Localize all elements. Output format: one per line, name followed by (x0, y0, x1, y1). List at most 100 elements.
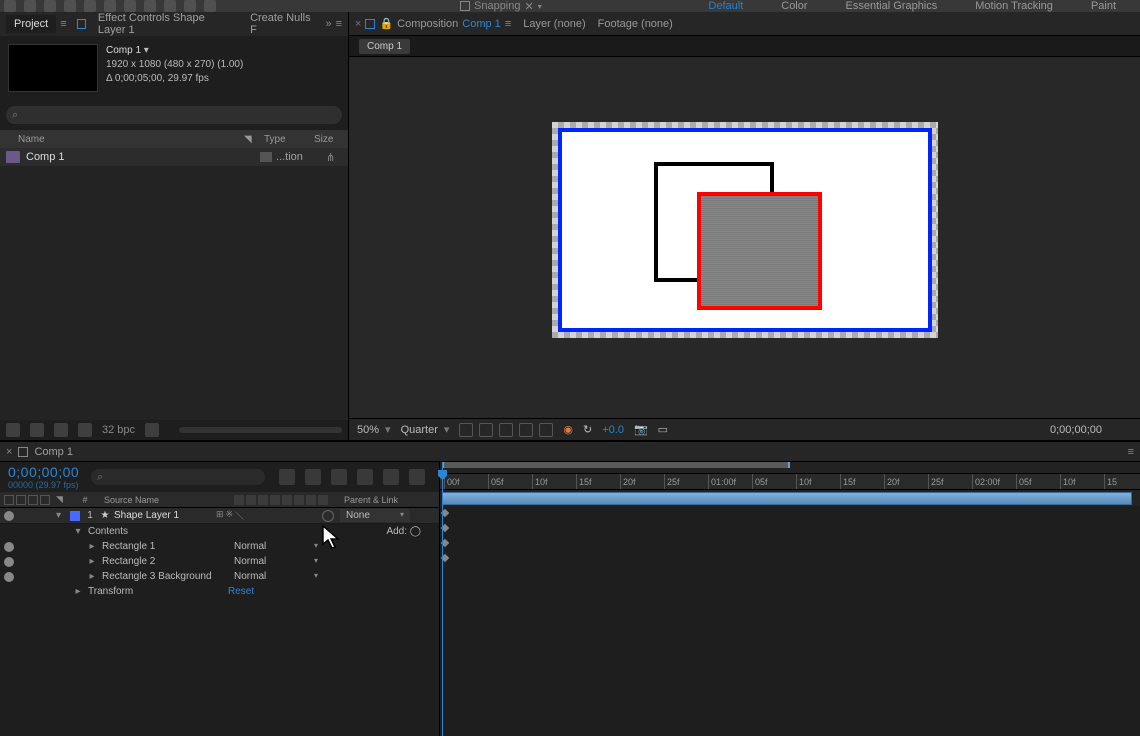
bit-depth[interactable]: 32 bpc (102, 424, 135, 436)
tool-icon[interactable] (64, 0, 76, 12)
snapping-checkbox[interactable] (460, 1, 470, 11)
lock-icon[interactable]: 🔒 (379, 17, 393, 30)
audio-col-icon[interactable] (16, 495, 26, 505)
composition-canvas[interactable] (349, 56, 1140, 418)
col-source-name[interactable]: Source Name (100, 495, 234, 505)
blend-mode-dropdown[interactable]: Normal▾ (228, 556, 324, 567)
work-area-range[interactable] (442, 462, 790, 468)
tab-effect-controls[interactable]: Effect Controls Shape Layer 1 (90, 9, 238, 39)
snapshot-icon[interactable]: 📷 (634, 423, 648, 436)
layer-row[interactable]: ▾ 1 ★ Shape Layer 1 ⊞※＼ None▾ (0, 508, 439, 524)
panel-menu-icon[interactable]: ≡ (336, 18, 342, 30)
comp-name-dropdown-icon[interactable]: ▾ (144, 45, 149, 56)
graph-editor-icon[interactable] (409, 469, 425, 485)
zoom-select[interactable]: 50%▾ (357, 423, 391, 436)
grid-icon[interactable] (459, 423, 473, 437)
twirl-right-icon[interactable]: ▸ (84, 556, 100, 567)
tab-create-nulls[interactable]: Create Nulls F (242, 9, 321, 39)
tool-icon[interactable] (44, 0, 56, 12)
panel-menu-icon[interactable]: ≡ (505, 18, 511, 30)
visibility-toggle[interactable] (4, 511, 14, 521)
interpret-footage-icon[interactable] (6, 423, 20, 437)
project-search-input[interactable]: ⌕ (6, 106, 342, 124)
tab-layer[interactable]: Layer (none) (523, 18, 585, 30)
close-icon[interactable]: ✕ (525, 0, 534, 13)
frame-blend-icon[interactable] (357, 469, 373, 485)
workspace-color[interactable]: Color (777, 0, 811, 12)
tab-project[interactable]: Project (6, 15, 56, 33)
motion-blur-icon[interactable] (383, 469, 399, 485)
exposure-value[interactable]: +0.0 (602, 424, 624, 436)
layer-name[interactable]: Shape Layer 1 (112, 510, 216, 521)
twirl-right-icon[interactable]: ▸ (84, 571, 100, 582)
visibility-toggle[interactable] (4, 557, 14, 567)
layer-duration-bar[interactable] (442, 492, 1132, 505)
shape-rectangle-3-background[interactable] (558, 128, 932, 332)
layer-label-color[interactable] (70, 511, 80, 521)
comp-mini-flow-icon[interactable] (279, 469, 295, 485)
show-snapshot-icon[interactable]: ▭ (658, 423, 668, 436)
shape-group-row[interactable]: ▸ Rectangle 1 Normal▾ (0, 539, 439, 554)
transparency-icon[interactable] (539, 423, 553, 437)
col-name[interactable]: Name (6, 134, 240, 145)
shy-icon[interactable] (331, 469, 347, 485)
close-icon[interactable]: × (6, 446, 12, 458)
visibility-toggle[interactable] (4, 572, 14, 582)
visibility-toggle[interactable] (4, 542, 14, 552)
tool-icon[interactable] (84, 0, 96, 12)
work-area-bar[interactable] (440, 462, 1140, 474)
tool-icon[interactable] (164, 0, 176, 12)
mask-icon[interactable] (499, 423, 513, 437)
shape-name[interactable]: Rectangle 3 Background (100, 571, 228, 582)
pickwhip-icon[interactable] (322, 510, 334, 522)
shape-name[interactable]: Rectangle 2 (100, 556, 228, 567)
color-management-icon[interactable]: ◉ (563, 423, 573, 436)
shape-group-row[interactable]: ▸ Rectangle 3 Background Normal▾ (0, 569, 439, 584)
guides-icon[interactable] (479, 423, 493, 437)
keyframe-track[interactable] (440, 521, 1140, 536)
layer-bar-track[interactable] (440, 490, 1140, 506)
twirl-icon[interactable]: ▾ (56, 510, 68, 521)
parent-dropdown[interactable]: None▾ (340, 509, 410, 522)
current-time-display[interactable]: 0;00;00;00 (8, 464, 79, 480)
snapping-toggle[interactable]: Snapping ✕ ▾ (460, 0, 542, 13)
overflow-icon[interactable]: » (325, 18, 331, 30)
keyframe-track[interactable] (440, 551, 1140, 566)
close-icon[interactable]: × (355, 18, 361, 30)
video-col-icon[interactable] (4, 495, 14, 505)
tool-icon[interactable] (4, 0, 16, 12)
label-col-icon[interactable]: ◥ (56, 494, 70, 505)
new-comp-icon[interactable] (54, 423, 68, 437)
playhead[interactable] (442, 462, 443, 736)
keyframe-track[interactable] (440, 506, 1140, 521)
twirl-right-icon[interactable]: ▸ (70, 586, 86, 597)
adjust-icon[interactable] (78, 423, 92, 437)
viewer-timecode[interactable]: 0;00;00;00 (1050, 424, 1102, 436)
panel-menu-icon[interactable]: ≡ (60, 18, 66, 30)
workspace-motion-tracking[interactable]: Motion Tracking (971, 0, 1057, 12)
tool-icon[interactable] (24, 0, 36, 12)
add-menu-icon[interactable]: ◯ (410, 526, 421, 537)
shape-name[interactable]: Rectangle 1 (100, 541, 228, 552)
tab-composition[interactable]: × 🔒 Composition Comp 1 ≡ (355, 17, 511, 30)
contents-row[interactable]: ▾ Contents Add: ◯ (0, 524, 439, 539)
keyframe-track[interactable] (440, 536, 1140, 551)
time-ruler[interactable]: 00f05f10f15f20f25f01:00f05f10f15f20f25f0… (440, 474, 1140, 490)
region-icon[interactable] (519, 423, 533, 437)
resolution-select[interactable]: Quarter▾ (401, 423, 450, 436)
tool-icon[interactable] (184, 0, 196, 12)
workspace-default[interactable]: Default (704, 0, 747, 12)
transform-row[interactable]: ▸ Transform Reset (0, 584, 439, 599)
chevron-down-icon[interactable]: ▾ (538, 2, 542, 11)
trash-icon[interactable] (145, 423, 159, 437)
tool-icon[interactable] (104, 0, 116, 12)
new-folder-icon[interactable] (30, 423, 44, 437)
col-type[interactable]: Type (264, 134, 310, 145)
draft-3d-icon[interactable] (305, 469, 321, 485)
col-size[interactable]: Size (314, 134, 342, 145)
project-item-row[interactable]: Comp 1 ...tion ⋔ (0, 148, 348, 166)
solo-col-icon[interactable] (28, 495, 38, 505)
twirl-down-icon[interactable]: ▾ (70, 526, 86, 537)
tool-icon[interactable] (124, 0, 136, 12)
project-item-label[interactable] (260, 152, 272, 162)
